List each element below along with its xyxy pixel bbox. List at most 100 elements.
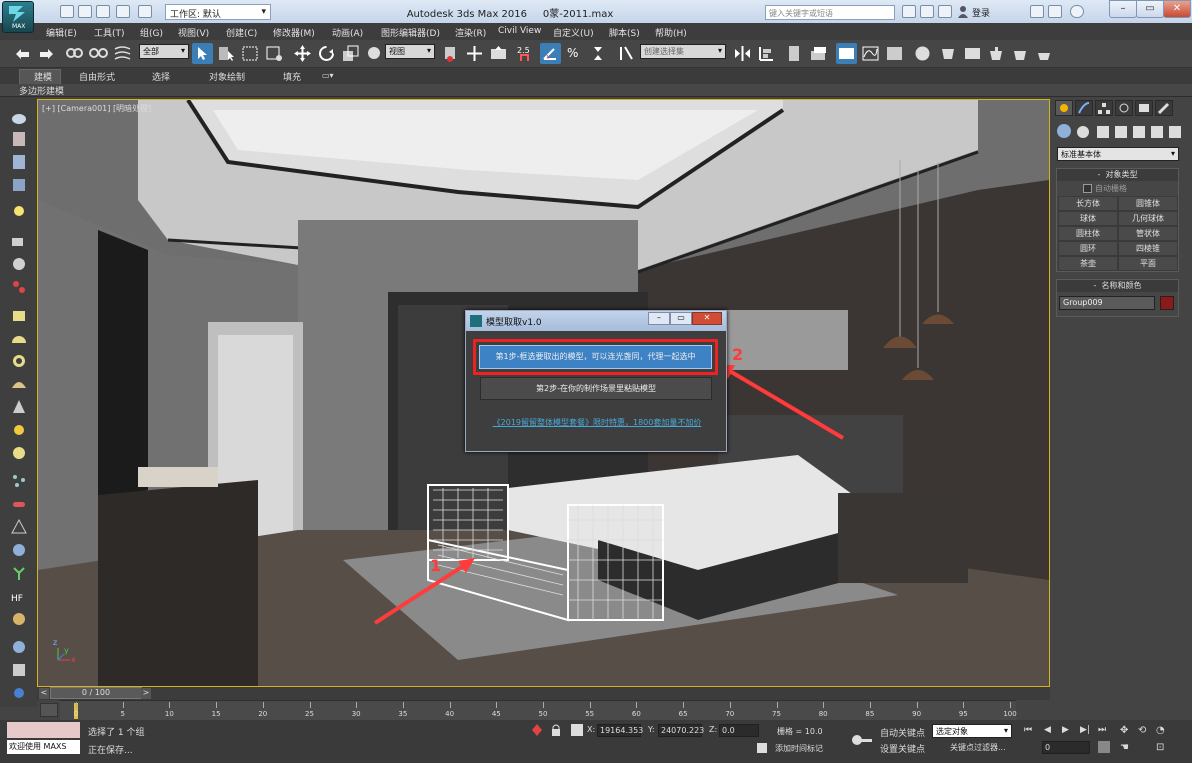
current-frame-field[interactable]: 0 xyxy=(1042,741,1090,754)
tab-freeform[interactable]: 自由形式 xyxy=(79,70,115,83)
redo-icon[interactable] xyxy=(138,5,152,18)
utilities-tab-icon[interactable] xyxy=(1155,100,1173,116)
light-bulb-icon[interactable] xyxy=(9,203,29,223)
scatter-icon[interactable] xyxy=(9,471,29,491)
time-config-icon[interactable] xyxy=(1098,741,1110,753)
plane-button[interactable]: 平面 xyxy=(1118,256,1178,271)
key-filters-button[interactable]: 关键点过滤器... xyxy=(950,742,1006,753)
select-by-name-icon[interactable] xyxy=(216,43,237,64)
render-production-icon[interactable] xyxy=(986,43,1007,64)
field-of-view-icon[interactable]: ◔ xyxy=(1156,725,1170,737)
add-time-tag-button[interactable]: 添加时间标记 xyxy=(775,743,823,754)
cone-button[interactable]: 圆锥体 xyxy=(1118,196,1178,211)
modify-tab-icon[interactable] xyxy=(1075,100,1093,116)
pivot-center-icon[interactable] xyxy=(440,43,461,64)
capsule-icon[interactable] xyxy=(9,494,29,514)
cameras-icon[interactable] xyxy=(1115,126,1127,138)
pan-view-icon[interactable]: ✥ xyxy=(1120,725,1134,737)
layers-icon[interactable] xyxy=(808,43,829,64)
edit-named-selection-icon[interactable] xyxy=(616,43,637,64)
help-icon[interactable] xyxy=(1070,5,1084,18)
link-icon[interactable] xyxy=(64,43,85,64)
camera-icon[interactable] xyxy=(9,231,29,251)
grid-icon[interactable] xyxy=(9,175,29,195)
menu-modifiers[interactable]: 修改器(M) xyxy=(273,26,315,39)
new-file-icon[interactable] xyxy=(60,5,74,18)
window-crossing-icon[interactable] xyxy=(264,43,285,64)
binoculars-icon[interactable] xyxy=(902,5,916,18)
maxscript-listener[interactable] xyxy=(7,722,80,738)
exchange-icon[interactable] xyxy=(1030,5,1044,18)
menu-graph-editors[interactable]: 图形编辑器(D) xyxy=(381,26,440,39)
tab-populate[interactable]: 填充 xyxy=(283,70,301,83)
render-cloud-icon[interactable] xyxy=(1034,43,1055,64)
menu-group[interactable]: 组(G) xyxy=(140,26,163,39)
cylinder-button[interactable]: 圆柱体 xyxy=(1058,226,1118,241)
hemisphere-icon[interactable] xyxy=(9,329,29,349)
orbit-icon[interactable]: ⟲ xyxy=(1138,725,1152,737)
lock-icon[interactable] xyxy=(551,724,561,736)
hf-icon[interactable]: HF xyxy=(9,586,29,606)
login-button[interactable]: 登录 xyxy=(972,6,990,19)
close-x-icon[interactable] xyxy=(1048,5,1062,18)
tab-selection[interactable]: 选择 xyxy=(152,70,170,83)
prev-frame-icon[interactable]: ◀ xyxy=(1044,725,1058,737)
selection-filter-dropdown[interactable]: 全部 ▾ xyxy=(139,44,189,59)
torus-icon[interactable] xyxy=(9,351,29,371)
tab-object-paint[interactable]: 对象绘制 xyxy=(209,70,245,83)
move-icon[interactable] xyxy=(292,43,313,64)
curve-editor-icon[interactable] xyxy=(860,43,881,64)
schematic-view-icon[interactable] xyxy=(884,43,905,64)
menu-customize[interactable]: 自定义(U) xyxy=(553,26,594,39)
x-coord-field[interactable]: 19164.353 xyxy=(597,724,643,737)
viewport-label[interactable]: [+] [Camera001] [明暗处理] xyxy=(42,103,151,114)
user-icon[interactable] xyxy=(958,6,968,18)
dialog-minimize-button[interactable]: – xyxy=(648,312,670,325)
teapot-icon[interactable] xyxy=(9,107,29,127)
compass-icon[interactable] xyxy=(9,517,29,537)
tab-modeling[interactable]: 建模 xyxy=(34,70,52,83)
lights-icon[interactable] xyxy=(1097,126,1109,138)
angle-snap-icon[interactable] xyxy=(540,43,561,64)
geometry-icon[interactable] xyxy=(1057,124,1071,138)
place-icon[interactable] xyxy=(364,43,385,64)
geosphere-button[interactable]: 几何球体 xyxy=(1118,211,1178,226)
next-frame-icon[interactable]: ▶| xyxy=(1080,725,1094,737)
step2-paste-button[interactable]: 第2步-在你的制作场景里粘贴模型 xyxy=(480,377,712,400)
cone-icon[interactable] xyxy=(9,397,29,417)
toggle-ribbon-icon[interactable] xyxy=(836,43,857,64)
ball-icon[interactable] xyxy=(9,637,29,657)
abs-mode-icon[interactable] xyxy=(571,724,583,736)
key-mode-dropdown[interactable]: 选定对象 ▾ xyxy=(932,724,1012,738)
undo-icon[interactable] xyxy=(12,43,33,64)
maximize-viewport-icon[interactable]: ⊡ xyxy=(1156,742,1170,754)
goto-end-icon[interactable]: ⏭ xyxy=(1098,725,1112,737)
pyramid-button[interactable]: 四棱锥 xyxy=(1118,241,1178,256)
hierarchy-tab-icon[interactable] xyxy=(1095,100,1113,116)
select-object-icon[interactable] xyxy=(192,43,213,64)
keyboard-shortcut-icon[interactable] xyxy=(488,43,509,64)
welcome-text[interactable]: 欢迎使用 MAXS xyxy=(7,740,80,754)
menu-help[interactable]: 帮助(H) xyxy=(655,26,687,39)
material-editor-icon[interactable] xyxy=(912,43,933,64)
time-tag-icon[interactable] xyxy=(757,743,767,753)
redo-icon[interactable] xyxy=(36,43,57,64)
isolate-icon[interactable] xyxy=(532,724,542,736)
percent-snap-icon[interactable]: % xyxy=(564,43,585,64)
polygon-modeling-label[interactable]: 多边形建模 xyxy=(19,84,64,97)
named-selection-dropdown[interactable]: 创建选择集 ▾ xyxy=(640,44,726,59)
scale-icon[interactable] xyxy=(340,43,361,64)
teapot-button[interactable]: 茶壶 xyxy=(1058,256,1118,271)
render-iterative-icon[interactable] xyxy=(1010,43,1031,64)
auto-key-button[interactable]: 自动关键点 xyxy=(880,726,925,739)
unlink-icon[interactable] xyxy=(88,43,109,64)
layer-explorer-icon[interactable] xyxy=(784,43,805,64)
sphere-icon[interactable] xyxy=(9,443,29,463)
object-name-field[interactable]: Group009 xyxy=(1059,296,1155,310)
promo-link[interactable]: 《2019留留整体模型套餐》限时特惠，1800套加量不加价 xyxy=(470,417,724,428)
menu-edit[interactable]: 编辑(E) xyxy=(46,26,77,39)
sphere-button[interactable]: 球体 xyxy=(1058,211,1118,226)
star-icon[interactable] xyxy=(938,5,952,18)
mirror-icon[interactable] xyxy=(732,43,753,64)
close-button[interactable]: ✕ xyxy=(1163,0,1191,18)
